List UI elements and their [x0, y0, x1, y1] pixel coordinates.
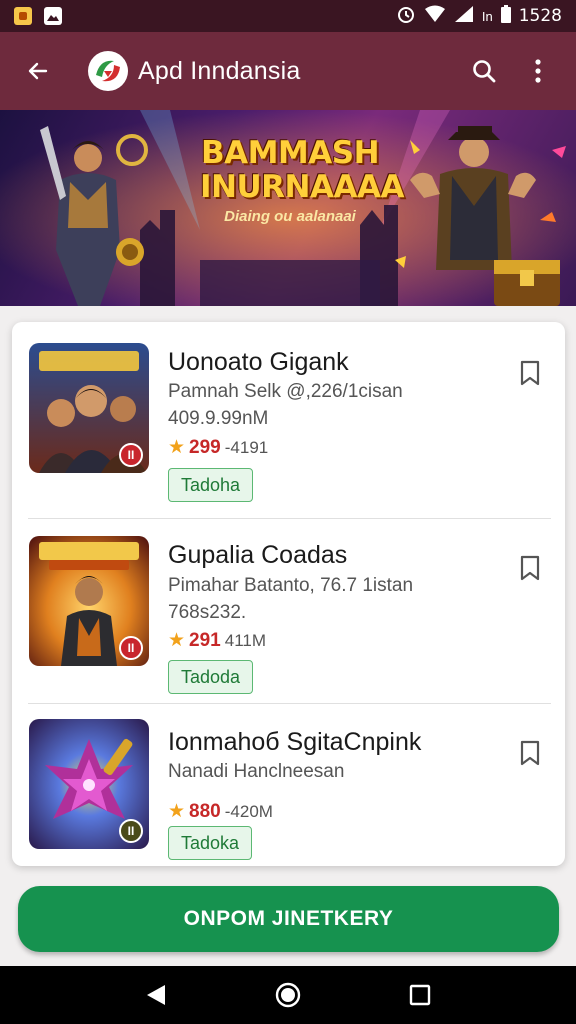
app-subtitle: Pamnah Selk @,226/1cisan: [168, 381, 403, 402]
star-icon: ★: [168, 801, 186, 822]
wifi-icon: [424, 5, 446, 28]
arrow-left-icon: [28, 62, 48, 80]
photo-notification-icon: [44, 7, 62, 25]
app-badge: II: [119, 443, 143, 467]
back-button[interactable]: [16, 49, 60, 93]
more-vertical-icon: [535, 59, 541, 83]
app-title: Uonoato Gigank: [168, 348, 349, 376]
primary-action-button[interactable]: ONPOM JINETKERY: [18, 886, 559, 952]
app-title: Apd Inndansia: [138, 56, 301, 85]
nav-recents-button[interactable]: [396, 971, 444, 1019]
nav-back-button[interactable]: [132, 971, 180, 1019]
list-item[interactable]: II Gupalia Coadas Pimahar Batanto, 76.7 …: [12, 519, 565, 704]
app-rating: ★ 299 -4191: [168, 436, 268, 459]
app-title: Ionmahoб SgitaCnpink: [168, 728, 422, 756]
status-right-icons: In 1528: [396, 4, 562, 29]
app-title: Gupalia Coadas: [168, 541, 348, 569]
search-icon: [473, 60, 496, 83]
banner-title-line2: INURNAAAA: [200, 169, 404, 205]
status-time: 1528: [518, 6, 562, 26]
back-triangle-icon: [147, 985, 165, 1005]
system-nav-bar: [0, 966, 576, 1024]
banner-title: BAMMASH INURNAAAA: [200, 135, 404, 205]
app-meta: 768s232.: [168, 602, 247, 623]
app-notification-icon: [14, 7, 32, 25]
status-bar: In 1528: [0, 0, 576, 32]
status-left-icons: [14, 7, 62, 25]
rating-extra: -4191: [224, 438, 269, 457]
list-item[interactable]: II Ionmahoб SgitaCnpink Nanadi Hanclnees…: [12, 704, 565, 889]
banner-title-line1: BAMMASH: [200, 135, 380, 171]
app-badge: II: [119, 636, 143, 660]
nav-home-button[interactable]: [264, 971, 312, 1019]
recents-square-icon: [409, 984, 431, 1006]
bookmark-icon: [520, 360, 540, 386]
bookmark-button[interactable]: [517, 358, 543, 388]
search-button[interactable]: [462, 49, 506, 93]
app-subtitle: Nanadi Hanclneesan: [168, 761, 345, 782]
app-tag-button[interactable]: Tadoha: [168, 468, 254, 502]
app-rating: ★ 291 411M: [168, 629, 266, 652]
bookmark-icon: [520, 740, 540, 766]
app-tag-button[interactable]: Tadoda: [168, 660, 254, 694]
app-thumbnail: II: [29, 343, 149, 473]
app-thumbnail: II: [29, 536, 149, 666]
alarm-icon: [396, 4, 416, 29]
rating-value: 291: [189, 630, 221, 651]
app-logo: [88, 51, 128, 91]
more-options-button[interactable]: [516, 49, 560, 93]
app-tag-button[interactable]: Tadoka: [168, 826, 253, 860]
app-meta: 409.9.99nM: [168, 408, 269, 429]
bookmark-button[interactable]: [517, 553, 543, 583]
list-item[interactable]: II Uonoato Gigank Pamnah Selk @,226/1cis…: [12, 322, 565, 507]
star-icon: ★: [168, 437, 186, 458]
bookmark-button[interactable]: [517, 738, 543, 768]
app-badge: II: [119, 819, 143, 843]
app-subtitle: Pimahar Batanto, 76.7 1istan: [168, 575, 414, 596]
banner-subtitle: Diaing ou aalanaai: [224, 208, 356, 225]
rating-value: 880: [189, 801, 221, 822]
star-icon: ★: [168, 630, 186, 651]
rating-value: 299: [189, 437, 221, 458]
network-label: In: [481, 8, 493, 24]
app-list-card: II Uonoato Gigank Pamnah Selk @,226/1cis…: [12, 322, 565, 866]
signal-icon: [454, 5, 474, 28]
app-rating: ★ 880 -420M: [168, 800, 273, 823]
rating-extra: 411M: [224, 631, 267, 650]
app-thumbnail: II: [29, 719, 149, 849]
rating-extra: -420M: [224, 802, 273, 821]
battery-icon: [500, 4, 511, 28]
home-circle-icon: [275, 982, 301, 1008]
app-bar: Apd Inndansia: [0, 32, 576, 110]
promo-banner[interactable]: BAMMASH INURNAAAA Diaing ou aalanaai: [0, 110, 576, 306]
bookmark-icon: [520, 555, 540, 581]
